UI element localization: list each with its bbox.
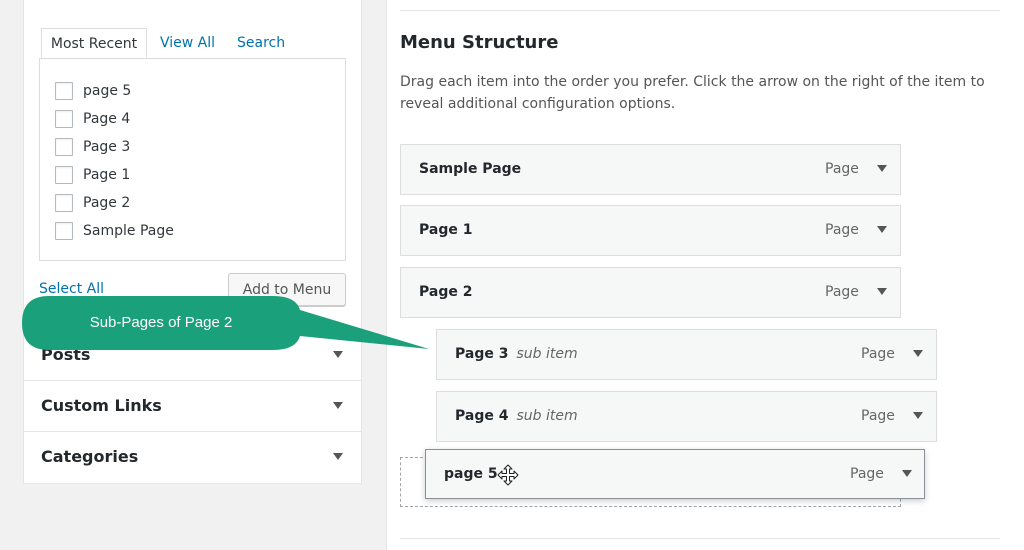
page-label: page 5: [83, 83, 132, 99]
checkbox[interactable]: [55, 194, 73, 212]
caret-down-icon[interactable]: [913, 350, 923, 357]
checkbox[interactable]: [55, 110, 73, 128]
add-menu-items-panel: Most Recent View All Search page 5 Page …: [23, 0, 362, 484]
menu-structure-description: Drag each item into the order you prefer…: [400, 74, 985, 112]
menu-item-title: Page 1: [419, 222, 473, 238]
menu-item-page-5-dragging[interactable]: page 5 Page: [425, 449, 925, 499]
checkbox[interactable]: [55, 82, 73, 100]
accordion-title: Categories: [41, 447, 139, 466]
menu-item-title: page 5: [444, 466, 498, 482]
accordion-categories[interactable]: Categories: [24, 431, 361, 484]
page-label: Page 1: [83, 167, 131, 183]
page-checkbox-row[interactable]: Page 4: [55, 108, 130, 130]
menu-item-type: Page: [825, 284, 859, 300]
menu-item-page-1[interactable]: Page 1 Page: [400, 205, 901, 256]
caret-down-icon[interactable]: [913, 412, 923, 419]
page-label: Page 2: [83, 195, 131, 211]
menu-item-name: Page 4: [455, 408, 509, 424]
accordion-custom-links[interactable]: Custom Links: [24, 380, 361, 431]
accordion-title: Custom Links: [41, 396, 162, 415]
divider: [400, 10, 1000, 11]
menu-item-type: Page: [825, 222, 859, 238]
sub-item-label: sub item: [516, 408, 578, 424]
page-checkbox-row[interactable]: Page 2: [55, 192, 130, 214]
menu-item-title: Page 3 sub item: [455, 346, 578, 362]
divider: [400, 538, 1000, 539]
select-all-link[interactable]: Select All: [39, 281, 104, 297]
caret-down-icon[interactable]: [333, 453, 343, 460]
page-checkbox-row[interactable]: Page 1: [55, 164, 130, 186]
page-label: Page 3: [83, 139, 131, 155]
menu-structure-title: Menu Structure: [400, 32, 559, 53]
menu-item-page-4[interactable]: Page 4 sub item Page: [436, 391, 937, 442]
move-cursor-icon: [497, 464, 519, 486]
sub-item-label: sub item: [516, 346, 578, 362]
menu-item-type: Page: [825, 161, 859, 177]
caret-down-icon[interactable]: [902, 470, 912, 477]
checkbox[interactable]: [55, 138, 73, 156]
caret-down-icon[interactable]: [333, 351, 343, 358]
menu-item-title: Page 2: [419, 284, 473, 300]
menu-item-page-2[interactable]: Page 2 Page: [400, 267, 901, 318]
menu-item-name: Page 3: [455, 346, 509, 362]
page-label: Page 4: [83, 111, 131, 127]
caret-down-icon[interactable]: [877, 288, 887, 295]
tab-search[interactable]: Search: [237, 28, 285, 58]
menu-item-sample-page[interactable]: Sample Page Page: [400, 144, 901, 195]
menu-item-title: Page 4 sub item: [455, 408, 578, 424]
tab-view-all[interactable]: View All: [160, 28, 215, 58]
caret-down-icon[interactable]: [877, 165, 887, 172]
menu-item-type: Page: [861, 408, 895, 424]
menu-item-type: Page: [850, 466, 884, 482]
menu-item-page-3[interactable]: Page 3 sub item Page: [436, 329, 937, 380]
callout-text: Sub-Pages of Page 2: [89, 314, 233, 331]
caret-down-icon[interactable]: [877, 226, 887, 233]
checkbox[interactable]: [55, 166, 73, 184]
menu-item-type: Page: [861, 346, 895, 362]
menu-structure-panel: Menu Structure Drag each item into the o…: [386, 0, 1024, 550]
page-label: Sample Page: [83, 223, 174, 239]
page-checkbox-row[interactable]: Sample Page: [55, 220, 174, 242]
page-checkbox-row[interactable]: page 5: [55, 80, 131, 102]
menu-item-title: Sample Page: [419, 161, 522, 177]
caret-down-icon[interactable]: [333, 402, 343, 409]
checkbox[interactable]: [55, 222, 73, 240]
tab-most-recent[interactable]: Most Recent: [41, 28, 147, 58]
pages-checklist: page 5 Page 4 Page 3 Page 1 Page 2 Sampl…: [39, 58, 346, 261]
page-checkbox-row[interactable]: Page 3: [55, 136, 130, 158]
